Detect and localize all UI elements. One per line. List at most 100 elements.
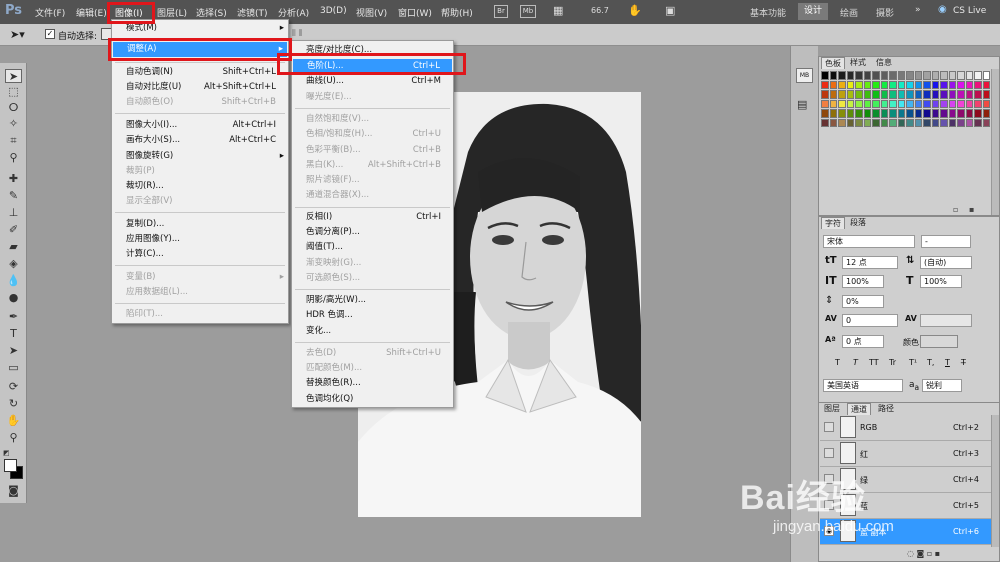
visibility-toggle[interactable] — [824, 448, 834, 458]
swatch[interactable] — [897, 90, 905, 99]
swatch[interactable] — [880, 71, 888, 80]
swatch[interactable] — [897, 80, 905, 89]
font-size-field[interactable]: 12 点 — [842, 256, 898, 269]
swatch[interactable] — [948, 90, 956, 99]
eyedropper-icon[interactable]: ⚲ — [5, 151, 22, 165]
menu-view[interactable]: 视图(V) — [356, 6, 387, 19]
swatch[interactable] — [889, 109, 897, 118]
swatch[interactable] — [965, 90, 973, 99]
tab-paths[interactable]: 路径 — [875, 403, 897, 415]
menu-item-photo-filter[interactable]: 照片滤镜(F)... — [292, 173, 453, 188]
swatch[interactable] — [846, 118, 854, 127]
workspace-more-icon[interactable]: » — [915, 5, 921, 15]
swatch[interactable] — [965, 118, 973, 127]
swatch[interactable] — [880, 99, 888, 108]
move-tool-icon[interactable]: ➤▾ — [10, 28, 25, 41]
menu-analysis[interactable]: 分析(A) — [278, 6, 309, 19]
tab-swatches[interactable]: 色板 — [821, 57, 845, 69]
swatch[interactable] — [838, 109, 846, 118]
underline-button[interactable]: T — [945, 358, 950, 367]
all-caps-button[interactable]: TT — [869, 358, 879, 367]
swatch[interactable] — [846, 90, 854, 99]
menu-item-gradient-map[interactable]: 渐变映射(G)... — [292, 256, 453, 271]
menu-item-equalize[interactable]: 色调均化(Q) — [292, 392, 453, 407]
zoom-tool-icon[interactable]: ⚲ — [5, 431, 22, 445]
bridge-button[interactable]: Br — [494, 5, 508, 18]
swatch[interactable] — [974, 71, 982, 80]
swatch[interactable] — [838, 90, 846, 99]
crop-tool-icon[interactable]: ⌗ — [5, 134, 22, 148]
swatch[interactable] — [974, 80, 982, 89]
swatch[interactable] — [889, 80, 897, 89]
superscript-button[interactable]: T¹ — [909, 358, 917, 367]
menu-item-invert[interactable]: 反相(I) Ctrl+I — [292, 210, 453, 225]
swatch[interactable] — [855, 99, 863, 108]
menu-item-replace-color[interactable]: 替换颜色(R)... — [292, 376, 453, 391]
menu-item-auto-color[interactable]: 自动颜色(O) Shift+Ctrl+B — [112, 95, 288, 110]
swatch[interactable] — [914, 99, 922, 108]
workspace-painting[interactable]: 绘画 — [840, 6, 858, 19]
menu-item-posterize[interactable]: 色调分离(P)... — [292, 225, 453, 240]
clone-stamp-icon[interactable]: ⊥ — [5, 206, 22, 220]
swatch[interactable] — [982, 118, 990, 127]
menu-item-apply-data-set[interactable]: 应用数据组(L)... — [112, 285, 288, 300]
swatch[interactable] — [863, 90, 871, 99]
swatch[interactable] — [965, 71, 973, 80]
swatch[interactable] — [948, 99, 956, 108]
swatch[interactable] — [923, 109, 931, 118]
3d-orbit-icon[interactable]: ↻ — [5, 397, 22, 411]
subscript-button[interactable]: T, — [927, 358, 934, 367]
font-style-select[interactable]: - — [921, 235, 971, 248]
tab-character[interactable]: 字符 — [821, 217, 845, 229]
swatch[interactable] — [965, 109, 973, 118]
swatch[interactable] — [940, 118, 948, 127]
swatch[interactable] — [846, 80, 854, 89]
swatch[interactable] — [846, 71, 854, 80]
swap-colors-icon[interactable]: ◩ — [3, 449, 10, 457]
swatch[interactable] — [948, 71, 956, 80]
swatch[interactable] — [872, 118, 880, 127]
swatches-scrollbar[interactable] — [991, 69, 999, 215]
channels-scrollbar[interactable] — [991, 415, 999, 547]
swatch[interactable] — [821, 80, 829, 89]
swatch[interactable] — [863, 118, 871, 127]
screen-mode-icon[interactable]: ▣ — [665, 4, 675, 17]
swatch[interactable] — [974, 99, 982, 108]
dodge-tool-icon[interactable]: ● — [5, 291, 22, 305]
swatch[interactable] — [940, 90, 948, 99]
swatch[interactable] — [880, 90, 888, 99]
menu-item-black-white[interactable]: 黑白(K)... Alt+Shift+Ctrl+B — [292, 158, 453, 173]
swatch[interactable] — [855, 118, 863, 127]
workspace-photography[interactable]: 摄影 — [876, 6, 894, 19]
vertical-scale-field[interactable]: 100% — [842, 275, 884, 288]
menu-item-hue-saturation[interactable]: 色相/饱和度(H)... Ctrl+U — [292, 127, 453, 142]
swatch[interactable] — [957, 109, 965, 118]
swatch[interactable] — [863, 99, 871, 108]
menu-item-match-color[interactable]: 匹配颜色(M)... — [292, 361, 453, 376]
swatch[interactable] — [923, 118, 931, 127]
swatch[interactable] — [889, 71, 897, 80]
swatch[interactable] — [838, 71, 846, 80]
tab-channels[interactable]: 通道 — [847, 403, 871, 415]
swatch[interactable] — [880, 109, 888, 118]
menu-item-variations[interactable]: 变化... — [292, 324, 453, 339]
menu-item-canvas-size[interactable]: 画布大小(S)... Alt+Ctrl+C — [112, 133, 288, 148]
menu-item-calculations[interactable]: 计算(C)... — [112, 247, 288, 262]
swatch[interactable] — [965, 99, 973, 108]
channel-row-rgb[interactable]: RGB Ctrl+2 — [820, 415, 997, 441]
swatch[interactable] — [914, 80, 922, 89]
quick-mask-icon[interactable]: ◙ — [5, 484, 22, 498]
swatch[interactable] — [872, 99, 880, 108]
antialias-select[interactable]: 锐利 — [922, 379, 962, 392]
swatch[interactable] — [923, 80, 931, 89]
swatch[interactable] — [872, 90, 880, 99]
menu-item-curves[interactable]: 曲线(U)... Ctrl+M — [292, 74, 453, 89]
swatch[interactable] — [923, 90, 931, 99]
swatch[interactable] — [897, 99, 905, 108]
swatch[interactable] — [829, 80, 837, 89]
swatch[interactable] — [923, 71, 931, 80]
tab-layers[interactable]: 图层 — [821, 403, 843, 415]
swatch[interactable] — [821, 90, 829, 99]
swatch[interactable] — [948, 80, 956, 89]
healing-brush-icon[interactable]: ✚ — [5, 172, 22, 186]
